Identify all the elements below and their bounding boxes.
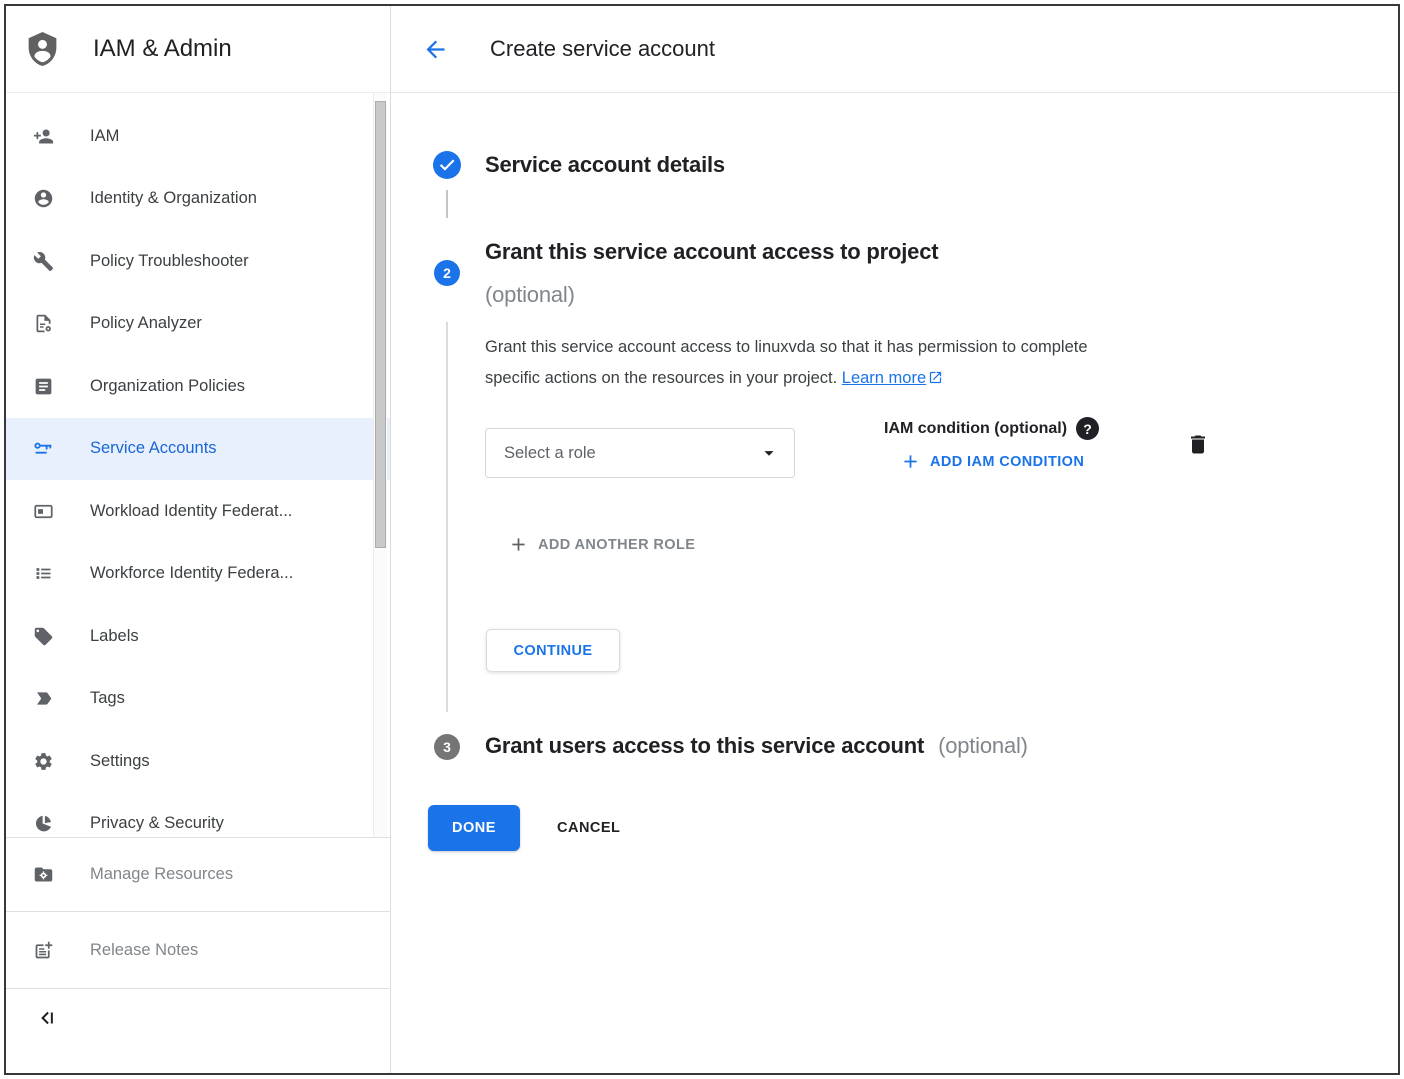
wizard-content: Service account details 2 Grant this ser… [391, 93, 1398, 1073]
step3-row: 3 Grant users access to this service acc… [434, 734, 1028, 761]
sidebar-item-label: Manage Resources [90, 865, 233, 884]
step3-title: Grant users access to this service accou… [485, 733, 924, 758]
sidebar-scrollbar-track [373, 93, 387, 837]
sidebar-item-organization-policies[interactable]: Organization Policies [6, 355, 390, 418]
note-add-icon [33, 940, 54, 961]
sidebar-nav: IAM Identity & Organization Policy Troub… [6, 93, 390, 837]
collapse-sidebar-icon[interactable] [36, 1007, 58, 1029]
page-title: Create service account [490, 36, 715, 62]
learn-more-link[interactable]: Learn more [842, 369, 926, 387]
sidebar-item-label: Identity & Organization [90, 189, 257, 208]
step2-heading: Grant this service account access to pro… [485, 237, 938, 310]
sidebar-item-settings[interactable]: Settings [6, 730, 390, 793]
sidebar: IAM & Admin IAM Identity & Organization … [6, 6, 391, 1073]
sidebar-bottom-section: Manage Resources Release Notes [6, 837, 390, 1073]
sidebar-item-label: IAM [90, 127, 119, 146]
step1-completed-check-icon [433, 151, 461, 179]
person-add-icon [33, 126, 54, 147]
sidebar-item-workload-identity-federation[interactable]: Workload Identity Federat... [6, 480, 390, 543]
step2-description: Grant this service account access to lin… [485, 332, 1115, 394]
tag-icon [33, 626, 54, 647]
step1-title: Service account details [485, 150, 725, 180]
iam-condition-label-row: IAM condition (optional) ? [884, 417, 1099, 440]
sidebar-item-label: Policy Analyzer [90, 314, 202, 333]
sidebar-item-label: Organization Policies [90, 377, 245, 396]
step2-section-line [446, 322, 448, 712]
list-icon [33, 563, 54, 584]
step2-description-text: Grant this service account access to lin… [485, 338, 1088, 387]
document-icon [33, 376, 54, 397]
chevron-down-icon [758, 442, 780, 464]
page-header: Create service account [391, 6, 1398, 93]
sidebar-item-policy-analyzer[interactable]: Policy Analyzer [6, 293, 390, 356]
step3-optional-label: (optional) [938, 733, 1028, 758]
help-icon[interactable]: ? [1076, 417, 1099, 440]
step3-badge: 3 [434, 734, 460, 760]
sidebar-header: IAM & Admin [6, 6, 390, 93]
step2-title: Grant this service account access to pro… [485, 237, 938, 267]
sidebar-item-label: Policy Troubleshooter [90, 252, 249, 271]
sidebar-item-privacy-security[interactable]: Privacy & Security [6, 793, 390, 838]
step-connector-line [446, 190, 448, 218]
gear-icon [33, 751, 54, 772]
privacy-icon [33, 813, 54, 834]
wizard-actions: DONE CANCEL [428, 805, 620, 851]
add-iam-condition-button[interactable]: ADD IAM CONDITION [900, 451, 1084, 472]
policy-analyzer-icon [33, 313, 54, 334]
card-icon [33, 501, 54, 522]
iam-condition-label: IAM condition (optional) [884, 420, 1067, 438]
label-important-icon [33, 688, 54, 709]
sidebar-item-label: Release Notes [90, 941, 198, 960]
folder-gear-icon [33, 864, 54, 885]
main-panel: Create service account Service account d… [391, 6, 1398, 1073]
iam-shield-icon [24, 29, 61, 69]
sidebar-scrollbar-thumb[interactable] [375, 101, 386, 548]
plus-icon [508, 534, 529, 555]
sidebar-collapse-row [6, 988, 390, 1073]
sidebar-item-label: Tags [90, 689, 125, 708]
app-window: IAM & Admin IAM Identity & Organization … [4, 4, 1400, 1075]
sidebar-item-iam[interactable]: IAM [6, 105, 390, 168]
sidebar-item-identity-organization[interactable]: Identity & Organization [6, 168, 390, 231]
role-select-dropdown[interactable]: Select a role [485, 428, 795, 478]
sidebar-item-label: Service Accounts [90, 439, 217, 458]
add-another-role-label: ADD ANOTHER ROLE [538, 537, 695, 553]
sidebar-item-label: Settings [90, 752, 150, 771]
back-arrow-icon[interactable] [422, 36, 449, 63]
sidebar-item-labels[interactable]: Labels [6, 605, 390, 668]
person-circle-icon [33, 188, 54, 209]
cancel-button[interactable]: CANCEL [557, 820, 620, 836]
plus-icon [900, 451, 921, 472]
sidebar-item-tags[interactable]: Tags [6, 668, 390, 731]
sidebar-title: IAM & Admin [93, 35, 232, 63]
sidebar-item-workforce-identity-federation[interactable]: Workforce Identity Federa... [6, 543, 390, 606]
sidebar-item-service-accounts[interactable]: Service Accounts [6, 418, 390, 481]
done-button[interactable]: DONE [428, 805, 520, 851]
sidebar-item-policy-troubleshooter[interactable]: Policy Troubleshooter [6, 230, 390, 293]
step3-heading: Grant users access to this service accou… [485, 731, 1028, 761]
role-select-placeholder: Select a role [504, 444, 758, 463]
continue-button[interactable]: CONTINUE [486, 629, 620, 672]
add-another-role-button[interactable]: ADD ANOTHER ROLE [508, 534, 695, 555]
sidebar-item-label: Workforce Identity Federa... [90, 564, 293, 583]
sidebar-item-label: Labels [90, 627, 139, 646]
sidebar-item-label: Privacy & Security [90, 814, 224, 833]
sidebar-item-manage-resources[interactable]: Manage Resources [6, 837, 390, 911]
sidebar-item-release-notes[interactable]: Release Notes [6, 911, 390, 988]
key-icon [33, 438, 54, 459]
step2-badge: 2 [434, 260, 460, 286]
sidebar-item-label: Workload Identity Federat... [90, 502, 292, 521]
wrench-icon [33, 251, 54, 272]
step1-row: Service account details [433, 151, 725, 180]
add-iam-condition-label: ADD IAM CONDITION [930, 454, 1084, 470]
external-link-icon [928, 370, 943, 385]
step2-optional-label: (optional) [485, 280, 938, 310]
delete-role-icon[interactable] [1186, 431, 1210, 458]
